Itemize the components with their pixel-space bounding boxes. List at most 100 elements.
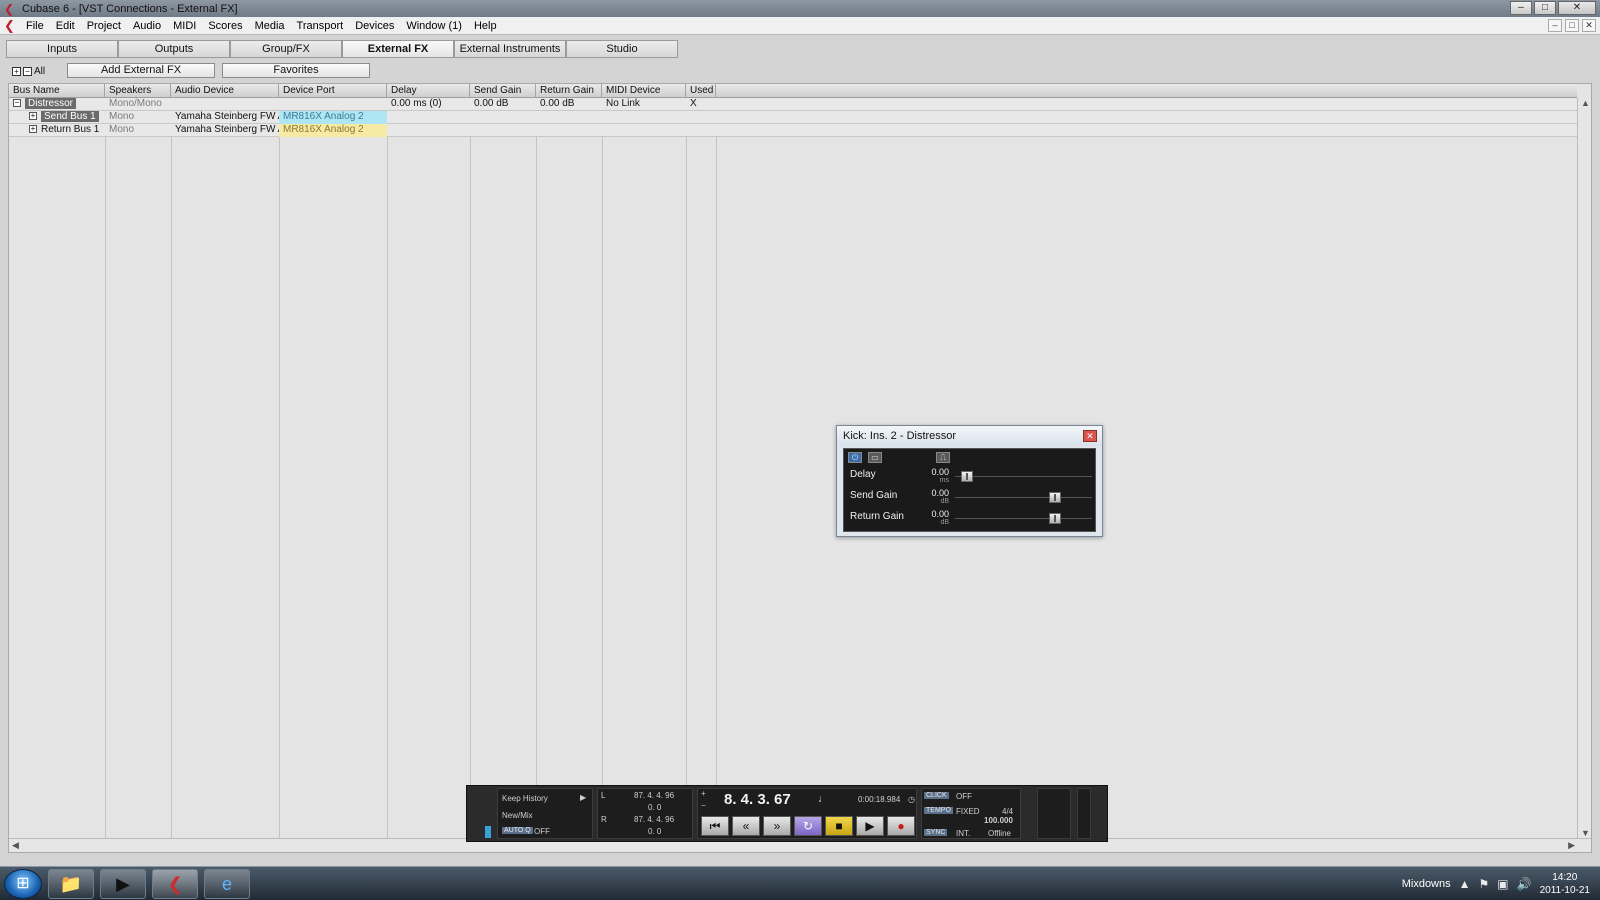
left-locator-icon[interactable]: L: [601, 791, 605, 800]
menu-transport[interactable]: Transport: [291, 20, 350, 32]
bus-name-cell[interactable]: − Distressor: [9, 98, 105, 111]
scroll-up-icon[interactable]: ▲: [1581, 98, 1590, 108]
stop-button[interactable]: ■: [825, 816, 853, 836]
tempo-mode[interactable]: FIXED: [956, 807, 980, 816]
explorer-icon[interactable]: 📁: [48, 869, 94, 899]
speakers-cell[interactable]: Mono: [105, 124, 171, 137]
autoq-state[interactable]: OFF: [534, 827, 550, 836]
show-hidden-icons-icon[interactable]: ▲: [1459, 877, 1471, 891]
right-locator[interactable]: 87. 4. 4. 96: [634, 815, 674, 824]
right-locator-small[interactable]: 0. 0: [648, 827, 661, 836]
col-return-gain[interactable]: Return Gain: [536, 84, 602, 98]
device-port-cell[interactable]: MR816X Analog 2: [279, 111, 387, 124]
play-button[interactable]: ▶: [856, 816, 884, 836]
param-slider-knob[interactable]: [961, 471, 974, 482]
nudge-up-icon[interactable]: +: [701, 789, 706, 798]
device-port-cell[interactable]: MR816X Analog 2: [279, 124, 387, 137]
col-used[interactable]: Used: [686, 84, 716, 98]
left-locator[interactable]: 87. 4. 4. 96: [634, 791, 674, 800]
col-send-gain[interactable]: Send Gain: [470, 84, 536, 98]
secondary-time[interactable]: 0:00:18.984: [858, 795, 900, 804]
param-slider-track[interactable]: [955, 497, 1092, 498]
collapse-all-icon[interactable]: −: [23, 66, 32, 76]
tray-toolbar-label[interactable]: Mixdowns: [1402, 878, 1451, 890]
param-value[interactable]: 0.00: [919, 509, 949, 519]
cycle-button[interactable]: ↻: [794, 816, 822, 836]
record-button[interactable]: ●: [887, 816, 915, 836]
maximize-button[interactable]: □: [1534, 1, 1556, 15]
doc-close-button[interactable]: ✕: [1582, 19, 1596, 32]
new-mix-label[interactable]: New/Mix: [502, 811, 533, 820]
settings-icon[interactable]: ⎍: [936, 452, 950, 463]
audio-device-cell[interactable]: Yamaha Steinberg FW AS: [171, 111, 279, 124]
audio-device-cell[interactable]: Yamaha Steinberg FW AS: [171, 124, 279, 137]
col-midi-device[interactable]: MIDI Device: [602, 84, 686, 98]
nudge-down-icon[interactable]: −: [701, 801, 706, 810]
doc-restore-button[interactable]: □: [1565, 19, 1579, 32]
bypass-icon[interactable]: ▭: [868, 452, 882, 463]
cubase-menu-icon[interactable]: ❮: [4, 18, 20, 34]
plugin-title[interactable]: Kick: Ins. 2 - Distressor: [837, 426, 1102, 446]
minimize-button[interactable]: –: [1510, 1, 1532, 15]
audio-device-cell[interactable]: [171, 98, 279, 111]
sync-mode[interactable]: INT.: [956, 829, 970, 838]
tempo-label[interactable]: TEMPO: [924, 807, 953, 814]
right-locator-icon[interactable]: R: [601, 815, 607, 824]
clock[interactable]: 14:20 2011-10-21: [1540, 871, 1590, 897]
tab-outputs[interactable]: Outputs: [118, 40, 230, 58]
table-row[interactable]: + Return Bus 1 Mono Yamaha Steinberg FW A…: [9, 124, 1577, 137]
table-row[interactable]: − Distressor Mono/Mono 0.00 ms (0) 0.00 d…: [9, 98, 1577, 111]
click-label[interactable]: CLICK: [924, 792, 949, 799]
menu-scores[interactable]: Scores: [202, 20, 248, 32]
menu-devices[interactable]: Devices: [349, 20, 400, 32]
param-slider-track[interactable]: [955, 476, 1092, 477]
favorites-button[interactable]: Favorites: [222, 63, 370, 78]
scroll-right-icon[interactable]: ▶: [1568, 840, 1575, 851]
param-slider-knob[interactable]: [1048, 513, 1061, 524]
delay-cell[interactable]: 0.00 ms (0): [387, 98, 470, 111]
rewind-button[interactable]: «: [732, 816, 760, 836]
master-fader[interactable]: [1077, 788, 1091, 839]
go-to-start-button[interactable]: ⏮: [701, 816, 729, 836]
col-speakers[interactable]: Speakers: [105, 84, 171, 98]
menu-media[interactable]: Media: [249, 20, 291, 32]
return-gain-cell[interactable]: 0.00 dB: [536, 98, 602, 111]
add-external-fx-button[interactable]: Add External FX: [67, 63, 215, 78]
click-state[interactable]: OFF: [956, 792, 972, 801]
tempo-value[interactable]: 100.000: [984, 816, 1013, 825]
volume-icon[interactable]: 🔊: [1517, 877, 1532, 891]
col-delay[interactable]: Delay: [387, 84, 470, 98]
param-slider-knob[interactable]: [1048, 492, 1061, 503]
table-row[interactable]: +Send Bus 1 Mono Yamaha Steinberg FW AS …: [9, 111, 1577, 124]
fast-forward-button[interactable]: »: [763, 816, 791, 836]
menu-midi[interactable]: MIDI: [167, 20, 202, 32]
bus-name-cell[interactable]: + Send Bus 1: [25, 111, 105, 124]
tab-external-instruments[interactable]: External Instruments: [454, 40, 566, 58]
speakers-cell[interactable]: Mono: [105, 111, 171, 124]
expand-collapse-all[interactable]: + − All: [12, 66, 45, 77]
distressor-plugin-window[interactable]: Kick: Ins. 2 - Distressor ✕ ⏻ ▭ ⎍ Delay …: [836, 425, 1103, 537]
device-port-cell[interactable]: [279, 98, 387, 111]
tab-external-fx[interactable]: External FX: [342, 40, 454, 58]
bus-name-cell[interactable]: + Return Bus 1: [25, 124, 105, 137]
doc-minimize-button[interactable]: –: [1548, 19, 1562, 32]
midi-device-cell[interactable]: No Link: [602, 98, 686, 111]
send-gain-cell[interactable]: 0.00 dB: [470, 98, 536, 111]
menu-project[interactable]: Project: [81, 20, 127, 32]
tab-group-fx[interactable]: Group/FX: [230, 40, 342, 58]
param-value[interactable]: 0.00: [919, 467, 949, 477]
scroll-left-icon[interactable]: ◀: [12, 840, 19, 851]
menu-edit[interactable]: Edit: [50, 20, 81, 32]
col-bus-name[interactable]: Bus Name: [9, 84, 105, 98]
scroll-down-icon[interactable]: ▼: [1581, 828, 1590, 838]
left-locator-small[interactable]: 0. 0: [648, 803, 661, 812]
menu-help[interactable]: Help: [468, 20, 503, 32]
cubase-taskbar-icon[interactable]: ❮: [152, 869, 198, 899]
network-icon[interactable]: ▣: [1497, 877, 1508, 891]
vertical-scrollbar[interactable]: ▲ ▼: [1577, 98, 1591, 838]
keep-history-label[interactable]: Keep History: [502, 794, 548, 803]
speakers-cell[interactable]: Mono/Mono: [105, 98, 171, 111]
action-center-icon[interactable]: ⚑: [1479, 877, 1490, 891]
close-button[interactable]: ✕: [1558, 1, 1596, 15]
expand-icon[interactable]: +: [29, 125, 37, 134]
